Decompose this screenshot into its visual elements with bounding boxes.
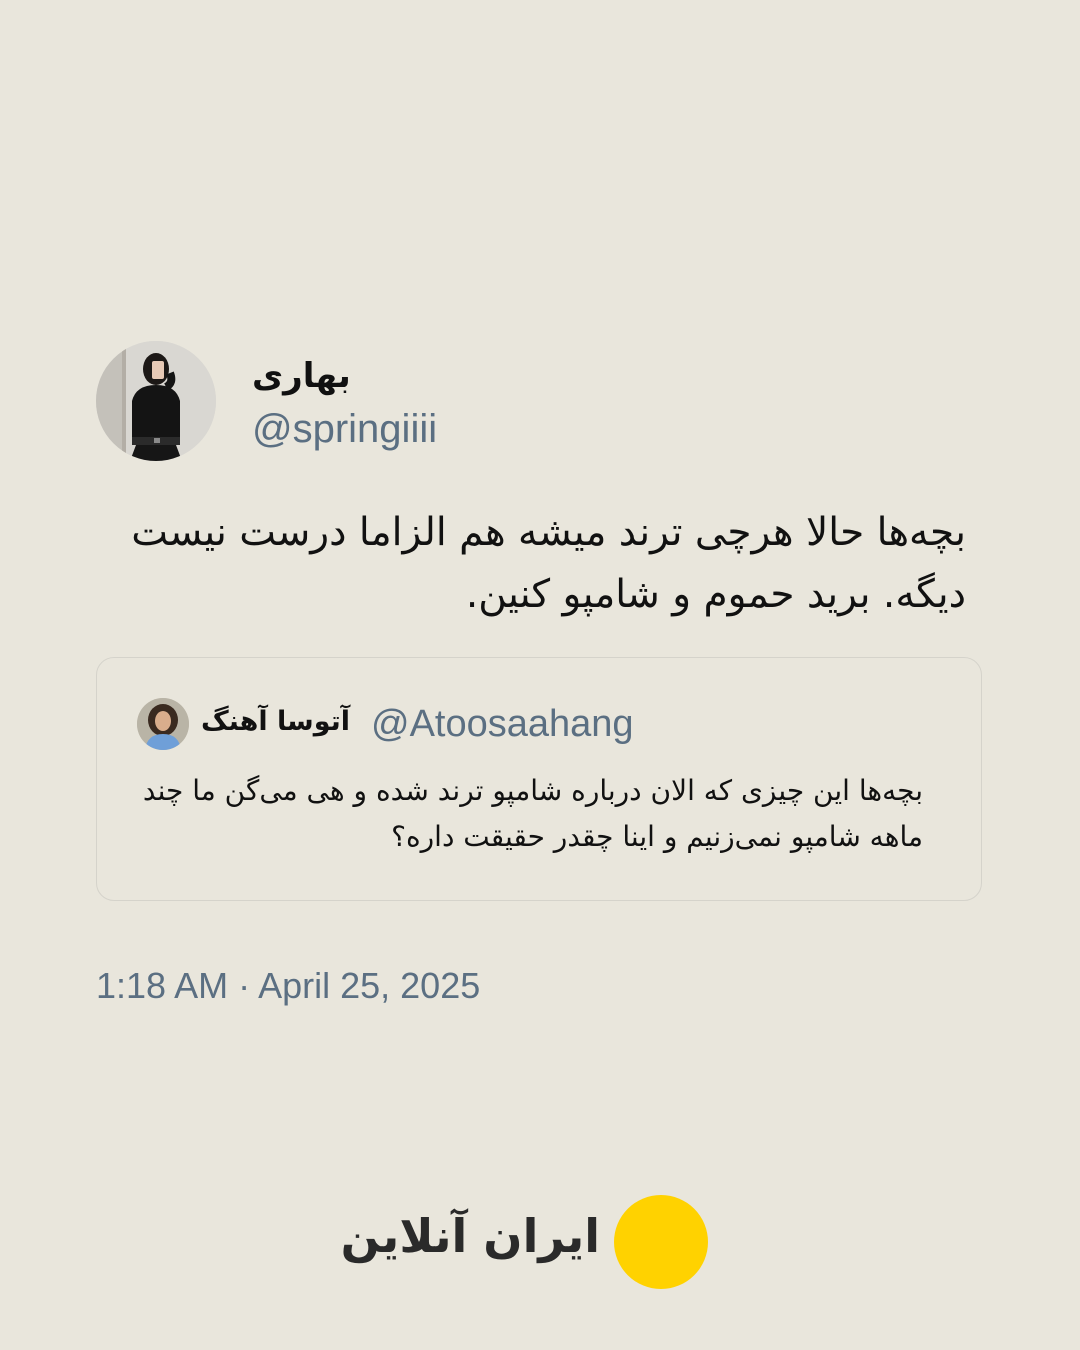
tweet-text: بچه‌ها حالا هرچی ترند میشه هم الزاما درس… — [131, 510, 966, 617]
brand-logo: ایران آنلاین — [341, 1190, 720, 1290]
quoted-author-handle[interactable]: @Atoosaahang — [371, 702, 634, 746]
author-display-name[interactable]: بهاری — [252, 356, 351, 396]
tweet-timestamp[interactable]: 1:18 AM · April 25, 2025 — [96, 964, 480, 1008]
quoted-author-avatar-image — [137, 698, 189, 750]
brand-wordmark: ایران آنلاین — [340, 1209, 601, 1263]
quoted-author-avatar[interactable] — [137, 698, 189, 750]
quoted-author-display-name[interactable]: آتوسا آهنگ — [201, 704, 350, 740]
brand-dot-icon — [614, 1195, 708, 1289]
quoted-tweet-card[interactable]: آتوسا آهنگ @Atoosaahang بچه‌ها این چیزی … — [96, 657, 982, 901]
author-handle[interactable]: @springiiii — [252, 406, 437, 452]
quoted-tweet-text: بچه‌ها این چیزی که الان درباره شامپو ترن… — [142, 774, 923, 853]
author-avatar-image — [96, 341, 216, 461]
author-avatar[interactable] — [96, 341, 216, 461]
